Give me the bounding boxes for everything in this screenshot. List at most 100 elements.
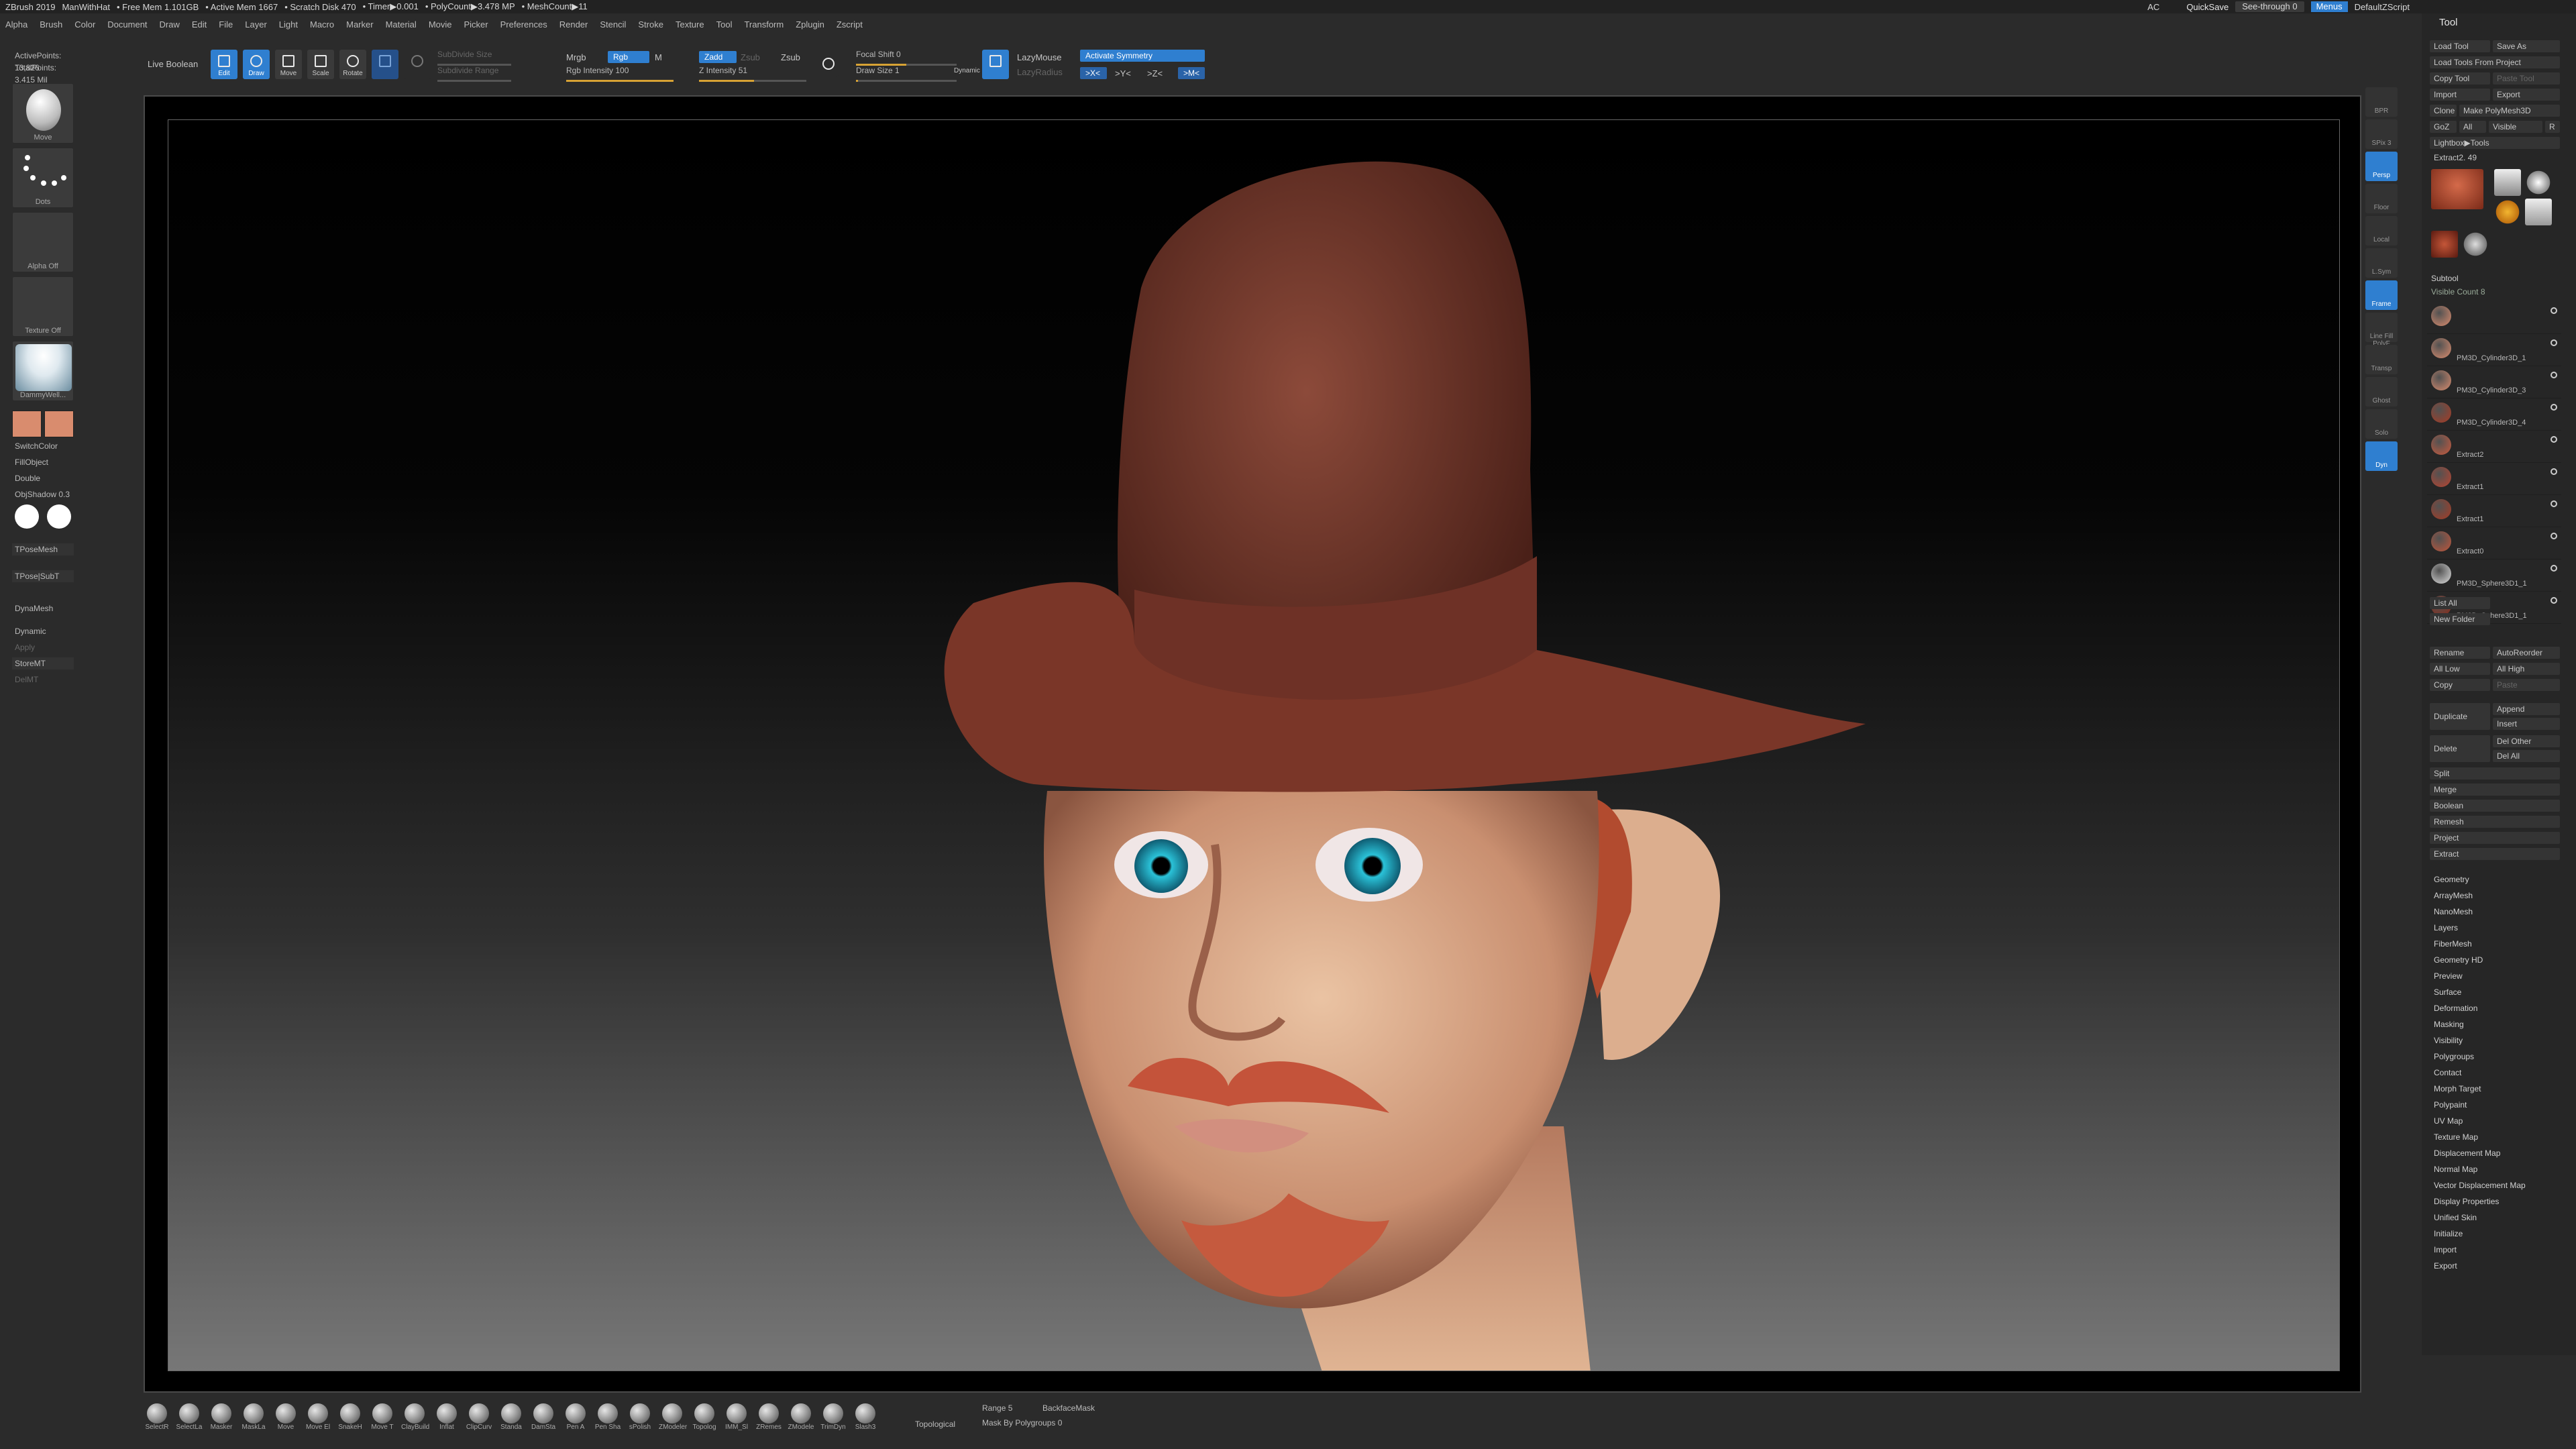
paste-tool-button[interactable]: Paste Tool: [2493, 72, 2560, 85]
shelf-ghost[interactable]: Ghost: [2365, 377, 2398, 407]
dynamic-button[interactable]: Dynamic: [12, 625, 74, 637]
menu-brush[interactable]: Brush: [40, 19, 62, 30]
brush-maskla[interactable]: MaskLa: [240, 1403, 267, 1433]
main-color-swatch[interactable]: [12, 411, 42, 437]
alpha-selector[interactable]: Alpha Off: [12, 212, 74, 272]
visibility-eye-icon[interactable]: [2551, 468, 2557, 475]
import-tool-button[interactable]: Import: [2430, 89, 2490, 101]
m-button[interactable]: M: [655, 52, 662, 62]
zadd-button[interactable]: Zadd: [699, 51, 737, 63]
texture-selector[interactable]: Texture Off: [12, 276, 74, 337]
menu-texture[interactable]: Texture: [676, 19, 704, 30]
menu-zplugin[interactable]: Zplugin: [796, 19, 824, 30]
all-high-button[interactable]: All High: [2493, 663, 2560, 675]
document-viewport[interactable]: [144, 95, 2361, 1393]
shelf-l-sym[interactable]: L.Sym: [2365, 248, 2398, 278]
brush-move[interactable]: Move: [272, 1403, 299, 1433]
subtool-row[interactable]: Extract1: [2427, 463, 2561, 495]
append-button[interactable]: Append: [2493, 703, 2560, 715]
brush-inflat[interactable]: Inflat: [433, 1403, 460, 1433]
tool-section-contact[interactable]: Contact: [2434, 1068, 2461, 1077]
bottom-range[interactable]: Range 5: [982, 1403, 1012, 1413]
current-tool-slider[interactable]: Extract2. 49: [2430, 152, 2560, 164]
menu-material[interactable]: Material: [386, 19, 417, 30]
stroke-selector[interactable]: Dots: [12, 148, 74, 208]
brush-selectla[interactable]: SelectLa: [176, 1403, 203, 1433]
extract2-thumbnail[interactable]: [2431, 169, 2483, 209]
r-button[interactable]: R: [2545, 121, 2560, 133]
tool-section-geometry[interactable]: Geometry: [2434, 875, 2469, 884]
menus-toggle[interactable]: Menus: [2310, 1, 2348, 12]
extract-menu[interactable]: Extract: [2430, 848, 2560, 860]
load-tool-button[interactable]: Load Tool: [2430, 40, 2490, 52]
tool-section-initialize[interactable]: Initialize: [2434, 1229, 2463, 1238]
export-tool-button[interactable]: Export: [2493, 89, 2560, 101]
visibility-eye-icon[interactable]: [2551, 597, 2557, 604]
all-button[interactable]: All: [2459, 121, 2486, 133]
brush-claybuild[interactable]: ClayBuild: [401, 1403, 429, 1433]
focal-icon-button[interactable]: [818, 54, 839, 76]
visibility-eye-icon[interactable]: [2551, 307, 2557, 314]
tpose-subt-button[interactable]: TPose|SubT: [12, 570, 74, 582]
insert-button[interactable]: Insert: [2493, 718, 2560, 730]
tool-section-display-properties[interactable]: Display Properties: [2434, 1197, 2499, 1206]
simplebrush-thumbnail[interactable]: [2494, 199, 2521, 225]
load-from-project-button[interactable]: Load Tools From Project: [2430, 56, 2560, 68]
rgb-button[interactable]: Rgb: [608, 51, 649, 63]
menu-zscript[interactable]: Zscript: [837, 19, 863, 30]
subdivide-size-slider[interactable]: SubDivide Size: [437, 50, 511, 67]
rename-button[interactable]: Rename: [2430, 647, 2490, 659]
extract-small-thumbnail[interactable]: [2431, 231, 2458, 258]
switch-color-button[interactable]: SwitchColor: [12, 440, 74, 452]
symmetry-y-button[interactable]: >Y<: [1115, 68, 1131, 78]
symmetry-z-button[interactable]: >Z<: [1147, 68, 1163, 78]
canvas-area[interactable]: [168, 119, 2340, 1371]
tool-section-vector-displacement-map[interactable]: Vector Displacement Map: [2434, 1181, 2526, 1190]
shelf-transp[interactable]: Transp: [2365, 345, 2398, 374]
list-all-button[interactable]: List All: [2430, 597, 2490, 609]
brush-move-t[interactable]: Move T: [369, 1403, 396, 1433]
activate-symmetry-button[interactable]: Activate Symmetry: [1080, 50, 1205, 62]
symmetry-m-button[interactable]: >M<: [1178, 67, 1205, 79]
brush-slash3[interactable]: Slash3: [852, 1403, 879, 1433]
see-through-slider[interactable]: See-through 0: [2235, 1, 2304, 12]
visible-button[interactable]: Visible: [2489, 121, 2542, 133]
menu-movie[interactable]: Movie: [429, 19, 452, 30]
cylinder2-thumbnail[interactable]: [2525, 199, 2552, 225]
tool-section-uv-map[interactable]: UV Map: [2434, 1116, 2463, 1126]
menu-edit[interactable]: Edit: [192, 19, 207, 30]
delmt-button[interactable]: DelMT: [12, 674, 74, 686]
dynamic-toggle[interactable]: Dynamic: [954, 67, 980, 74]
ac-label[interactable]: AC: [2147, 2, 2159, 12]
make-polymesh-button[interactable]: Make PolyMesh3D: [2459, 105, 2560, 117]
draw-size-slider[interactable]: Draw Size 1: [856, 66, 957, 83]
tool-palette-title[interactable]: Tool: [2422, 13, 2576, 32]
bottom-backface[interactable]: BackfaceMask: [1042, 1403, 1095, 1413]
menu-light[interactable]: Light: [279, 19, 298, 30]
save-as-button[interactable]: Save As: [2493, 40, 2560, 52]
double-button[interactable]: Double: [12, 472, 74, 484]
shelf-persp[interactable]: Persp: [2365, 152, 2398, 181]
brush-snakeh[interactable]: SnakeH: [337, 1403, 364, 1433]
brush-zremes[interactable]: ZRemes: [755, 1403, 782, 1433]
tool-section-texture-map[interactable]: Texture Map: [2434, 1132, 2478, 1142]
menu-layer[interactable]: Layer: [245, 19, 267, 30]
all-low-button[interactable]: All Low: [2430, 663, 2490, 675]
brush-damsta[interactable]: DamSta: [530, 1403, 557, 1433]
brush-zmodeler[interactable]: ZModeler: [659, 1403, 687, 1433]
brush-pen-a[interactable]: Pen A: [562, 1403, 589, 1433]
rgb-intensity-slider[interactable]: Rgb Intensity 100: [566, 66, 674, 83]
tool-section-import[interactable]: Import: [2434, 1245, 2457, 1254]
brush-move-el[interactable]: Move El: [305, 1403, 331, 1433]
new-folder-button[interactable]: New Folder: [2430, 613, 2490, 625]
secondary-color-swatch[interactable]: [44, 411, 74, 437]
draw-button[interactable]: Draw: [243, 50, 270, 79]
quicksave-button[interactable]: QuickSave: [2186, 2, 2229, 12]
lazyradius-label[interactable]: LazyRadius: [1017, 67, 1063, 77]
duplicate-button[interactable]: Duplicate: [2430, 703, 2490, 730]
shelf-solo[interactable]: Solo: [2365, 409, 2398, 439]
edit-button[interactable]: Edit: [211, 50, 237, 79]
subtool-row[interactable]: [2427, 302, 2561, 334]
copy-tool-button[interactable]: Copy Tool: [2430, 72, 2490, 85]
split-menu[interactable]: Split: [2430, 767, 2560, 780]
